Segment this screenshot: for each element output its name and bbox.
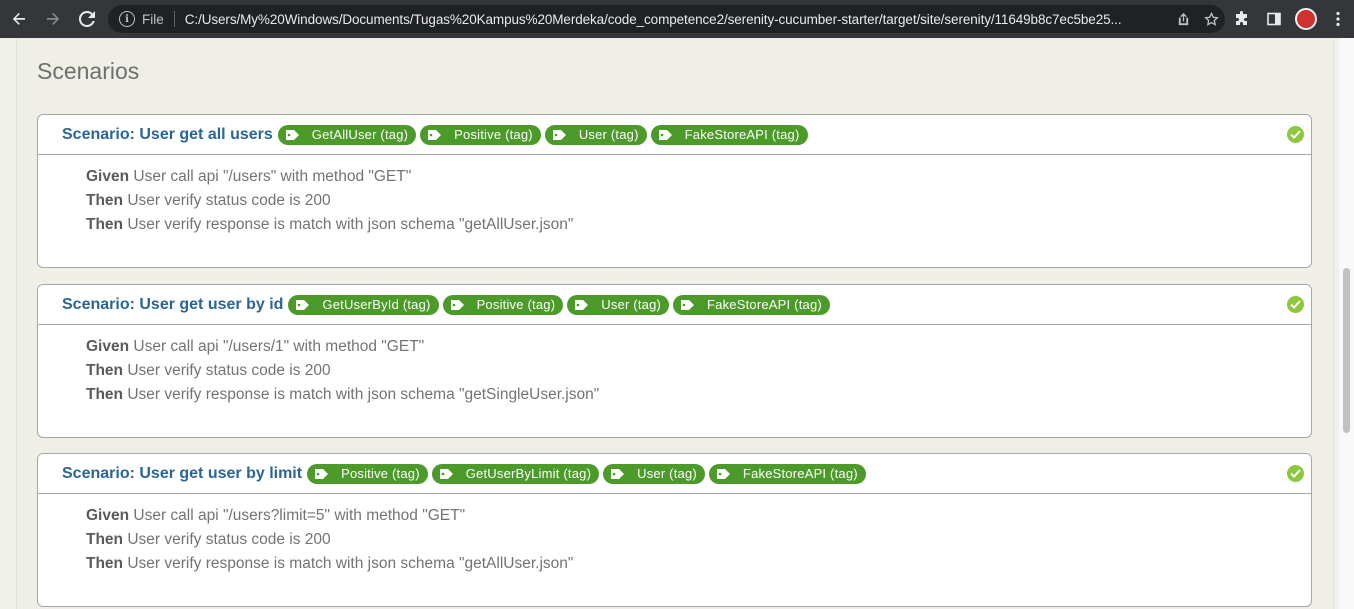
- check-circle-icon: [1287, 296, 1304, 313]
- tag-label: User (tag): [578, 127, 639, 142]
- scenario-steps: Given User call api "/users" with method…: [38, 155, 1311, 267]
- tag-label: User (tag): [637, 466, 697, 481]
- scenario-header[interactable]: Scenario: User get user by id GetUserByI…: [38, 285, 1311, 325]
- tag-icon: [716, 468, 730, 479]
- step-keyword: Given: [86, 507, 130, 524]
- step-text: User call api "/users" with method "GET": [133, 168, 412, 185]
- scenario-title[interactable]: Scenario: User get user by limit: [62, 465, 302, 483]
- address-bar[interactable]: i File C:/Users/My%20Windows/Documents/T…: [108, 5, 1225, 33]
- step-text: User verify status code is 200: [127, 192, 331, 209]
- step-keyword: Then: [86, 216, 124, 233]
- step-keyword: Then: [86, 192, 124, 209]
- tag-badge[interactable]: Positive (tag): [307, 463, 428, 484]
- step-keyword: Given: [86, 338, 130, 355]
- step-keyword: Then: [86, 531, 124, 548]
- tag-badge[interactable]: FakeStoreAPI (tag): [650, 124, 808, 145]
- tag-badge[interactable]: User (tag): [567, 294, 670, 315]
- tag-label: GetUserById (tag): [322, 297, 431, 312]
- tag-icon: [552, 129, 566, 140]
- step-text: User call api "/users?limit=5" with meth…: [133, 507, 466, 524]
- page-scrollbar[interactable]: [1339, 38, 1354, 609]
- tag-label: Positive (tag): [454, 127, 533, 142]
- check-circle-icon: [1287, 465, 1304, 482]
- scenario-card: Scenario: User get user by id GetUserByI…: [37, 284, 1312, 438]
- browser-toolbar: i File C:/Users/My%20Windows/Documents/T…: [0, 0, 1354, 38]
- tag-badge[interactable]: GetUserByLimit (tag): [431, 463, 600, 484]
- tag-label: Positive (tag): [341, 466, 420, 481]
- reload-icon[interactable]: [72, 4, 102, 34]
- tag-icon: [658, 129, 672, 140]
- check-circle-icon: [1287, 126, 1304, 143]
- scenario-title[interactable]: Scenario: User get all users: [62, 126, 273, 144]
- side-panel-icon[interactable]: [1258, 3, 1290, 35]
- star-icon[interactable]: [1197, 11, 1225, 27]
- step-text: User verify response is match with json …: [127, 386, 600, 403]
- step-keyword: Given: [86, 168, 130, 185]
- step-line: Then User verify response is match with …: [86, 213, 1311, 237]
- tag-icon: [450, 299, 464, 310]
- step-line: Then User verify status code is 200: [86, 189, 1311, 213]
- step-line: Given User call api "/users?limit=5" wit…: [86, 504, 1311, 528]
- share-icon[interactable]: [1169, 12, 1197, 27]
- forward-arrow-icon[interactable]: [38, 4, 68, 34]
- report-page: Scenarios Scenario: User get all users G…: [0, 38, 1354, 609]
- scrollbar-thumb[interactable]: [1343, 268, 1350, 433]
- scenario-card: Scenario: User get all users GetAllUser …: [37, 114, 1312, 268]
- scenario-header[interactable]: Scenario: User get all users GetAllUser …: [38, 115, 1311, 155]
- scenario-steps: Given User call api "/users?limit=5" wit…: [38, 494, 1311, 606]
- back-arrow-icon[interactable]: [4, 4, 34, 34]
- tag-icon: [285, 129, 299, 140]
- scenario-card: Scenario: User get user by limit Positiv…: [37, 453, 1312, 607]
- step-text: User verify status code is 200: [127, 362, 331, 379]
- url-text[interactable]: C:/Users/My%20Windows/Documents/Tugas%20…: [185, 12, 1169, 27]
- step-text: User verify response is match with json …: [127, 216, 574, 233]
- profile-avatar[interactable]: [1290, 3, 1322, 35]
- tag-icon: [315, 468, 329, 479]
- menu-kebab-icon[interactable]: [1322, 3, 1354, 35]
- extensions-puzzle-icon[interactable]: [1226, 3, 1258, 35]
- tag-badge[interactable]: GetAllUser (tag): [277, 124, 417, 145]
- step-line: Then User verify response is match with …: [86, 552, 1311, 576]
- section-title: Scenarios: [37, 58, 140, 84]
- step-text: User verify response is match with json …: [127, 555, 574, 572]
- step-line: Given User call api "/users" with method…: [86, 165, 1311, 189]
- scenario-title[interactable]: Scenario: User get user by id: [62, 296, 283, 314]
- tag-icon: [428, 129, 442, 140]
- tag-badge[interactable]: Positive (tag): [420, 124, 541, 145]
- tag-badge[interactable]: FakeStoreAPI (tag): [708, 463, 866, 484]
- tag-icon: [575, 299, 589, 310]
- info-icon[interactable]: i: [119, 11, 135, 27]
- step-keyword: Then: [86, 386, 124, 403]
- tag-icon: [611, 468, 625, 479]
- step-line: Then User verify status code is 200: [86, 359, 1311, 383]
- tag-label: FakeStoreAPI (tag): [684, 127, 800, 142]
- tag-badge[interactable]: Positive (tag): [442, 294, 564, 315]
- step-line: Given User call api "/users/1" with meth…: [86, 335, 1311, 359]
- file-label: File: [142, 11, 164, 27]
- step-keyword: Then: [86, 555, 124, 572]
- scenario-steps: Given User call api "/users/1" with meth…: [38, 325, 1311, 437]
- tag-label: FakeStoreAPI (tag): [707, 297, 822, 312]
- step-text: User call api "/users/1" with method "GE…: [133, 338, 425, 355]
- scenario-header[interactable]: Scenario: User get user by limit Positiv…: [38, 454, 1311, 494]
- tag-icon: [439, 468, 453, 479]
- tag-icon: [681, 299, 695, 310]
- tag-badge[interactable]: User (tag): [544, 124, 647, 145]
- tag-label: GetUserByLimit (tag): [465, 466, 592, 481]
- omnibox-divider: [173, 11, 175, 27]
- tag-label: User (tag): [601, 297, 662, 312]
- step-line: Then User verify status code is 200: [86, 528, 1311, 552]
- tag-badge[interactable]: GetUserById (tag): [288, 294, 439, 315]
- tag-label: Positive (tag): [476, 297, 556, 312]
- tag-label: GetAllUser (tag): [311, 127, 409, 142]
- tag-label: FakeStoreAPI (tag): [742, 466, 858, 481]
- step-text: User verify status code is 200: [127, 531, 331, 548]
- tag-badge[interactable]: FakeStoreAPI (tag): [673, 294, 830, 315]
- step-keyword: Then: [86, 362, 124, 379]
- tag-icon: [296, 299, 310, 310]
- step-line: Then User verify response is match with …: [86, 383, 1311, 407]
- tag-badge[interactable]: User (tag): [603, 463, 705, 484]
